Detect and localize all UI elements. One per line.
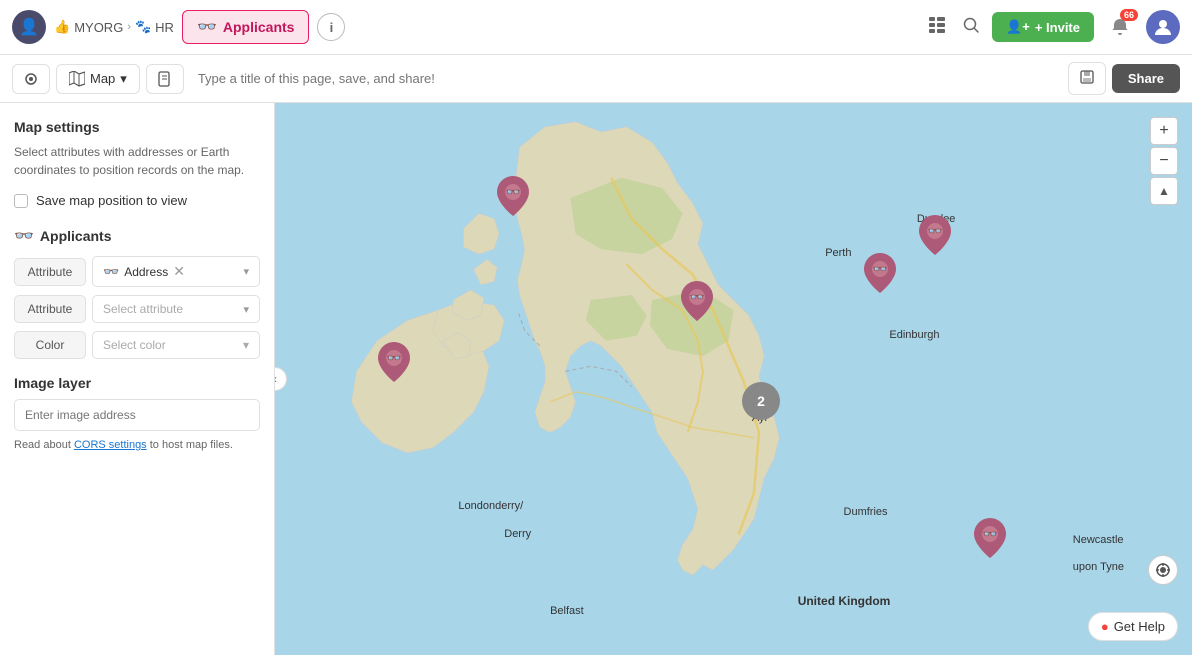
tab-icon: 👓 <box>197 17 217 37</box>
svg-text:👓: 👓 <box>983 527 998 541</box>
map-pin-perth[interactable]: 👓 <box>919 215 951 258</box>
toolbar: Map ▾ Share <box>0 55 1192 103</box>
svg-text:👓: 👓 <box>387 351 402 365</box>
section-glasses-icon: 👓 <box>14 226 34 246</box>
map-pin-3[interactable]: 👓 <box>681 281 713 324</box>
svg-text:👓: 👓 <box>506 185 521 199</box>
attribute-select-2[interactable]: Select attribute ▾ <box>92 295 260 323</box>
file-button[interactable] <box>146 64 184 94</box>
map-area[interactable]: Perth Dundee Edinburgh Ayr Dumfries Lond… <box>275 103 1192 655</box>
color-label: Color <box>14 331 86 359</box>
applicants-section-label: 👓 Applicants <box>14 226 260 246</box>
user-profile-avatar[interactable] <box>1146 10 1180 44</box>
zoom-out-button[interactable]: − <box>1150 147 1178 175</box>
map-pin-south[interactable]: 👓 <box>974 518 1006 561</box>
section-name: HR <box>155 20 174 35</box>
avatar-icon: 👤 <box>19 17 39 37</box>
share-button[interactable]: Share <box>1112 64 1180 93</box>
notif-badge: 66 <box>1120 9 1138 21</box>
section-icon: 🐾 <box>135 19 151 35</box>
save-position-checkbox[interactable] <box>14 194 28 208</box>
location-button[interactable] <box>1148 555 1178 585</box>
search-button[interactable] <box>958 12 984 43</box>
color-chevron-icon: ▾ <box>243 338 249 352</box>
nav-chevron-icon: › <box>127 21 131 33</box>
svg-text:👓: 👓 <box>689 290 704 304</box>
view-toggle-button[interactable] <box>12 64 50 94</box>
map-background: Perth Dundee Edinburgh Ayr Dumfries Lond… <box>275 103 1192 655</box>
notifications-button[interactable]: 66 <box>1104 11 1136 43</box>
map-chevron-icon: ▾ <box>120 71 127 87</box>
address-text: Address <box>124 265 168 279</box>
map-pin-2[interactable]: 👓 <box>378 342 410 385</box>
sidebar-title: Map settings <box>14 119 260 135</box>
svg-text:👓: 👓 <box>928 224 943 238</box>
color-select[interactable]: Select color ▾ <box>92 331 260 359</box>
org-section: 👍 MYORG › 🐾 HR <box>54 19 174 35</box>
navbar: 👤 👍 MYORG › 🐾 HR 👓 Applicants i 👤+ <box>0 0 1192 55</box>
help-label: Get Help <box>1114 619 1165 634</box>
save-map-position-row: Save map position to view <box>14 193 260 208</box>
select-attribute-placeholder: Select attribute <box>103 302 183 316</box>
attribute-value-1[interactable]: 👓 Address ✕ ▾ <box>92 256 260 287</box>
user-avatar-nav[interactable]: 👤 <box>12 10 46 44</box>
compass-button[interactable]: ▲ <box>1150 177 1178 205</box>
image-layer-title: Image layer <box>14 375 260 391</box>
map-pin-1[interactable]: 👓 <box>497 176 529 219</box>
map-controls: + − ▲ <box>1150 117 1178 205</box>
select-attribute-chevron[interactable]: ▾ <box>243 303 249 316</box>
map-view-button[interactable]: Map ▾ <box>56 64 140 94</box>
compass-icon: ▲ <box>1158 184 1170 198</box>
map-svg <box>275 103 1192 655</box>
attribute-row-1: Attribute 👓 Address ✕ ▾ <box>14 256 260 287</box>
main-layout: Map settings Select attributes with addr… <box>0 103 1192 655</box>
section-text: Applicants <box>40 228 112 244</box>
save-button[interactable] <box>1068 62 1106 95</box>
clear-attribute-button[interactable]: ✕ <box>173 263 185 280</box>
collapse-icon: ‹ <box>275 372 277 386</box>
cluster-count: 2 <box>757 393 765 409</box>
cors-settings-link[interactable]: CORS settings <box>74 439 147 451</box>
color-placeholder: Select color <box>103 338 166 352</box>
grid-view-button[interactable] <box>924 12 950 43</box>
invite-icon: 👤+ <box>1006 19 1030 35</box>
attribute-label-2: Attribute <box>14 295 86 323</box>
sidebar: Map settings Select attributes with addr… <box>0 103 275 655</box>
cors-suffix: to host map files. <box>147 439 233 451</box>
map-label: Map <box>90 71 115 86</box>
svg-text:👓: 👓 <box>873 262 888 276</box>
org-icon: 👍 <box>54 19 70 35</box>
help-button[interactable]: ● Get Help <box>1088 612 1178 641</box>
attribute-dropdown-chevron[interactable]: ▾ <box>243 265 249 278</box>
image-address-input[interactable] <box>14 399 260 431</box>
page-title-input[interactable] <box>190 65 1062 92</box>
active-tab[interactable]: 👓 Applicants <box>182 10 310 44</box>
invite-button[interactable]: 👤+ + Invite <box>992 12 1094 42</box>
save-position-label: Save map position to view <box>36 193 187 208</box>
help-icon: ● <box>1101 619 1109 634</box>
attribute-label-1: Attribute <box>14 258 86 286</box>
map-cluster-pin[interactable]: 2 <box>742 382 780 420</box>
tab-label: Applicants <box>223 19 295 35</box>
color-row: Color Select color ▾ <box>14 331 260 359</box>
sidebar-description: Select attributes with addresses or Eart… <box>14 143 260 179</box>
cors-prefix: Read about <box>14 439 74 451</box>
map-pin-edinburgh[interactable]: 👓 <box>864 253 896 296</box>
address-icon: 👓 <box>103 264 119 280</box>
zoom-in-button[interactable]: + <box>1150 117 1178 145</box>
nav-right: 👤+ + Invite 66 <box>992 10 1180 44</box>
cors-info: Read about CORS settings to host map fil… <box>14 439 260 451</box>
attribute-row-2: Attribute Select attribute ▾ <box>14 295 260 323</box>
info-button[interactable]: i <box>317 13 345 41</box>
org-name: MYORG <box>74 20 123 35</box>
info-icon: i <box>330 20 334 35</box>
